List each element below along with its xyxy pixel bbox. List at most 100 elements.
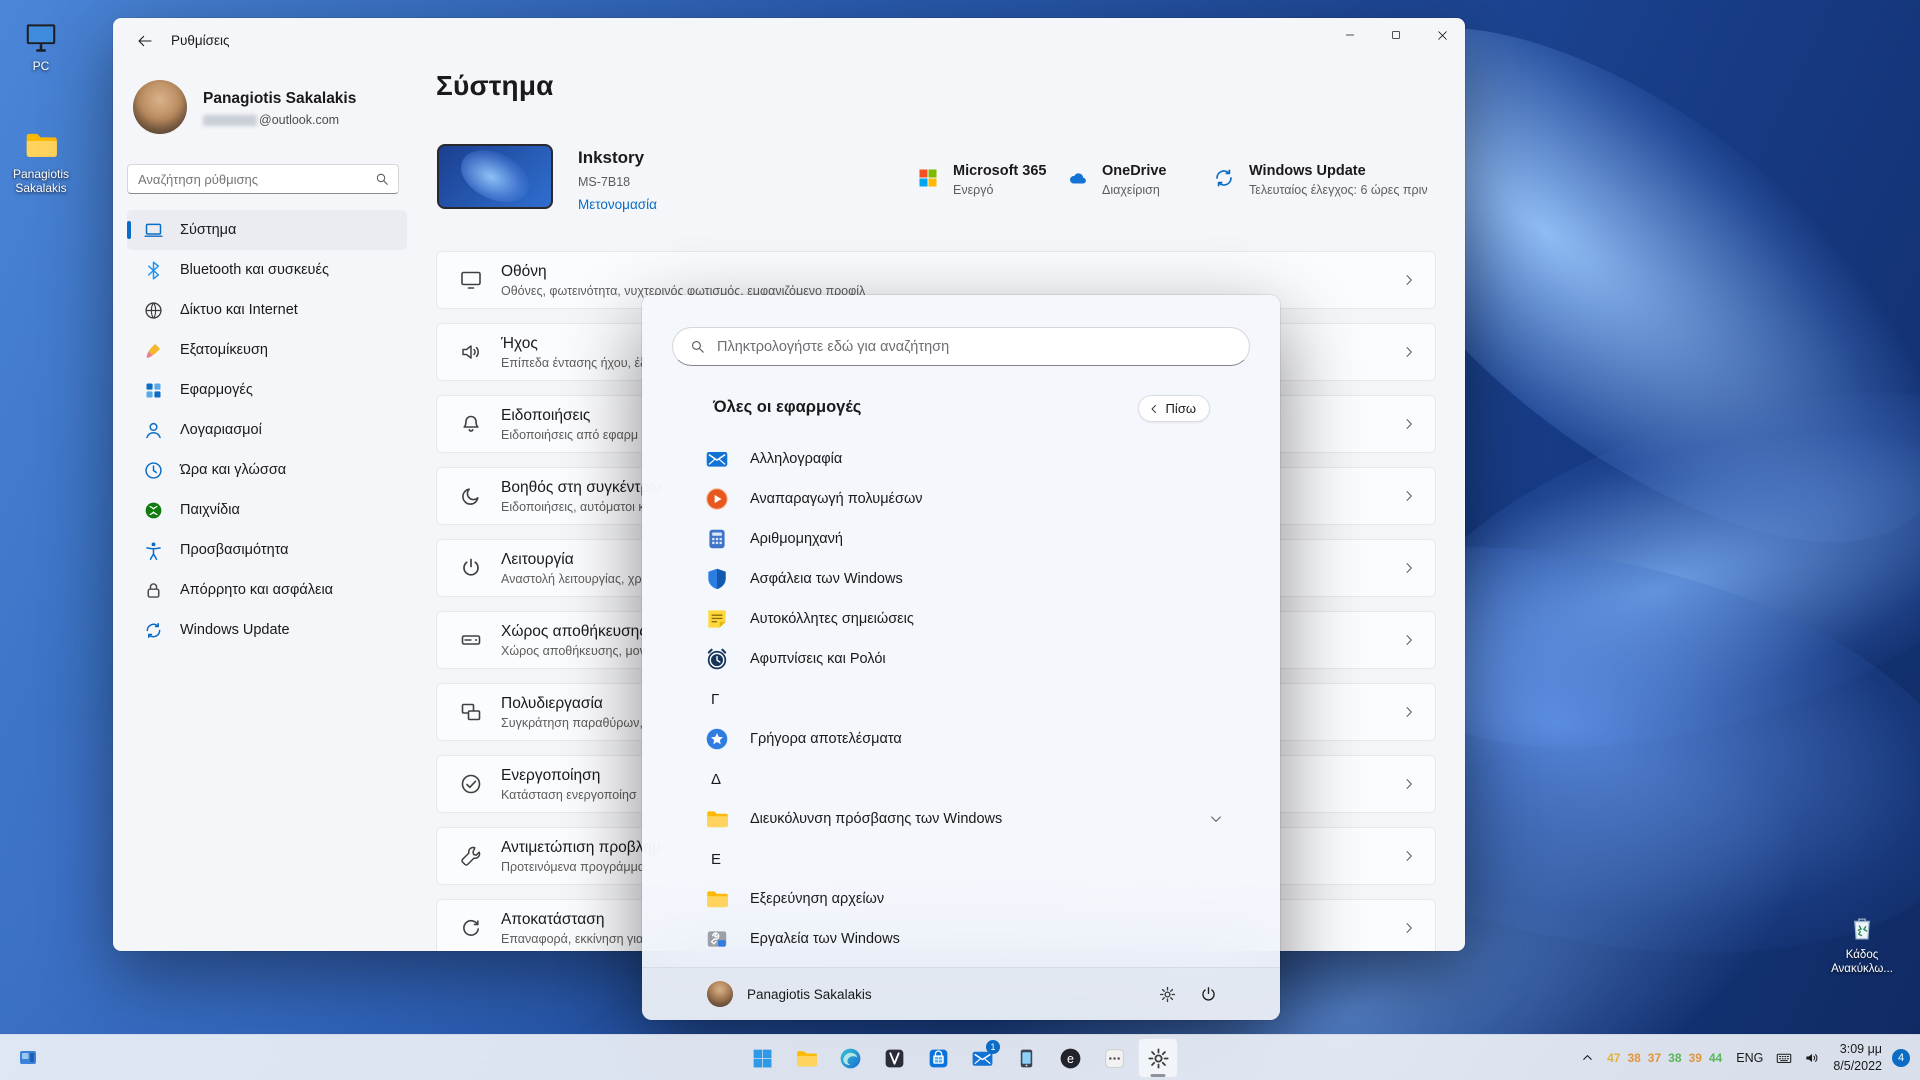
start-app-mail[interactable]: Αλληλογραφία: [672, 439, 1250, 479]
hidden-icons-chevron-icon[interactable]: [1580, 1050, 1595, 1065]
e-app-icon: e: [1058, 1046, 1083, 1071]
update-icon: [1212, 166, 1236, 190]
status-card-windows-update[interactable]: Windows UpdateΤελευταίος έλεγχος: 6 ώρες…: [1212, 163, 1428, 197]
sidebar-item-personalization[interactable]: Εξατομίκευση: [127, 330, 407, 370]
sidebar-item-network-internet[interactable]: Δίκτυο και Internet: [127, 290, 407, 330]
start-app-quick-results[interactable]: Γρήγορα αποτελέσματα: [672, 719, 1250, 759]
calculator-icon: [704, 526, 730, 552]
folder-icon: [704, 886, 730, 912]
back-button[interactable]: [127, 26, 163, 56]
alarm-icon: [704, 646, 730, 672]
start-app-windows-security[interactable]: Ασφάλεια των Windows: [672, 559, 1250, 599]
power-icon: [1199, 985, 1218, 1004]
personalization-icon: [143, 340, 164, 361]
start-menu: Όλες οι εφαρμογές Πίσω ΑλληλογραφίαΑναπα…: [642, 295, 1280, 1020]
onedrive-icon: [1065, 166, 1089, 190]
sidebar-item-time-language[interactable]: Ώρα και γλώσσα: [127, 450, 407, 490]
chevron-right-icon: [1401, 560, 1417, 576]
start-settings-button[interactable]: [1149, 976, 1185, 1012]
taskbar: 1e 473837383944 ENG 3:09 μμ 8/5/2022 4: [0, 1034, 1920, 1080]
sidebar-item-system[interactable]: Σύστημα: [127, 210, 407, 250]
taskbar-file-explorer-button[interactable]: [786, 1038, 826, 1078]
touch-keyboard-icon[interactable]: [1775, 1049, 1793, 1067]
sidebar-item-label: Εξατομίκευση: [180, 342, 268, 358]
minimize-icon: [1344, 29, 1356, 41]
taskbar-mail-button[interactable]: 1: [962, 1038, 1002, 1078]
start-app-label: Εργαλεία των Windows: [750, 931, 900, 947]
apps-icon: [143, 380, 164, 401]
recycle-icon: [1843, 908, 1881, 946]
taskbar-clock[interactable]: 3:09 μμ 8/5/2022: [1833, 1041, 1882, 1074]
footer-avatar[interactable]: [707, 981, 733, 1007]
maximize-button[interactable]: [1373, 18, 1419, 52]
sidebar-item-label: Σύστημα: [180, 222, 236, 238]
taskbar-start-button[interactable]: [742, 1038, 782, 1078]
start-app-media-player[interactable]: Αναπαραγωγή πολυμέσων: [672, 479, 1250, 519]
chevron-right-icon: [1401, 488, 1417, 504]
footer-user-name[interactable]: Panagiotis Sakalakis: [747, 987, 872, 1002]
app-section-letter: Ε: [672, 839, 1250, 879]
start-app-calculator[interactable]: Αριθμομηχανή: [672, 519, 1250, 559]
chevron-left-icon: [1148, 403, 1160, 415]
minimize-button[interactable]: [1327, 18, 1373, 52]
power-button[interactable]: [1190, 976, 1226, 1012]
sidebar-item-privacy-security[interactable]: Απόρρητο και ασφάλεια: [127, 570, 407, 610]
desktop-icon-label: PC: [8, 59, 74, 73]
start-app-windows-tools[interactable]: Εργαλεία των Windows: [672, 919, 1250, 959]
taskbar-corner-widget-button[interactable]: [10, 1040, 46, 1076]
settings-search-input[interactable]: [127, 164, 399, 194]
sidebar-item-windows-update[interactable]: Windows Update: [127, 610, 407, 650]
sidebar-item-bluetooth-devices[interactable]: Bluetooth και συσκευές: [127, 250, 407, 290]
close-button[interactable]: [1419, 18, 1465, 52]
profile-email: @outlook.com: [203, 113, 339, 127]
start-app-label: Αριθμομηχανή: [750, 531, 843, 547]
taskbar-settings-button[interactable]: [1138, 1038, 1178, 1078]
tray-temp-value: 38: [1668, 1051, 1681, 1065]
focus-icon: [459, 484, 483, 508]
taskbar-e-app-button[interactable]: e: [1050, 1038, 1090, 1078]
start-app-file-explorer[interactable]: Εξερεύνηση αρχείων: [672, 879, 1250, 919]
start-app-label: Αλληλογραφία: [750, 451, 842, 467]
sidebar-item-gaming[interactable]: Παιχνίδια: [127, 490, 407, 530]
desktop-icon-label: Panagiotis Sakalakis: [8, 167, 74, 196]
status-card-microsoft-365[interactable]: Microsoft 365Ενεργό: [916, 163, 1046, 197]
settings-gear-icon: [1146, 1046, 1171, 1071]
notification-badge: 1: [986, 1040, 1000, 1054]
rename-device-link[interactable]: Μετονομασία: [578, 197, 657, 212]
taskbar-edge-button[interactable]: [830, 1038, 870, 1078]
sidebar-item-label: Λογαριασμοί: [180, 422, 262, 438]
bluetooth-icon: [143, 260, 164, 281]
start-search-input[interactable]: [672, 327, 1250, 366]
taskbar-phone-link-button[interactable]: [1006, 1038, 1046, 1078]
hardware-monitor-values: 473837383944: [1607, 1051, 1722, 1065]
tray-temp-value: 37: [1648, 1051, 1661, 1065]
volume-icon[interactable]: [1803, 1049, 1821, 1067]
all-apps-back-button[interactable]: Πίσω: [1138, 395, 1210, 422]
sidebar-item-label: Παιχνίδια: [180, 502, 240, 518]
desktop-icon-this-pc[interactable]: PC: [8, 18, 74, 73]
sidebar-item-label: Προσβασιμότητα: [180, 542, 289, 558]
tray-temp-value: 38: [1627, 1051, 1640, 1065]
network-icon: [143, 300, 164, 321]
sidebar-item-accounts[interactable]: Λογαριασμοί: [127, 410, 407, 450]
taskbar-v-app-button[interactable]: [874, 1038, 914, 1078]
gear-icon: [1158, 985, 1177, 1004]
back-arrow-icon: [137, 33, 153, 49]
status-card-title: Microsoft 365: [953, 163, 1046, 179]
taskbar-more-app-button[interactable]: [1094, 1038, 1134, 1078]
start-app-sticky-notes[interactable]: Αυτοκόλλητες σημειώσεις: [672, 599, 1250, 639]
language-indicator[interactable]: ENG: [1736, 1051, 1763, 1065]
more-app-icon: [1102, 1046, 1127, 1071]
sidebar-item-apps[interactable]: Εφαρμογές: [127, 370, 407, 410]
settings-search: [127, 164, 399, 194]
start-app-alarms-clock[interactable]: Αφυπνίσεις και Ρολόι: [672, 639, 1250, 679]
taskbar-store-button[interactable]: [918, 1038, 958, 1078]
desktop-icon-user-folder[interactable]: Panagiotis Sakalakis: [8, 126, 74, 196]
start-app-windows-ease-of-access[interactable]: Διευκόλυνση πρόσβασης των Windows: [672, 799, 1250, 839]
desktop-icon-recycle-bin[interactable]: Κάδος Ανακύκλω...: [1820, 908, 1904, 977]
sidebar-item-accessibility[interactable]: Προσβασιμότητα: [127, 530, 407, 570]
notification-count-badge[interactable]: 4: [1892, 1049, 1910, 1067]
gaming-icon: [143, 500, 164, 521]
widget-icon: [16, 1046, 40, 1070]
status-card-onedrive[interactable]: OneDriveΔιαχείριση: [1065, 163, 1166, 197]
